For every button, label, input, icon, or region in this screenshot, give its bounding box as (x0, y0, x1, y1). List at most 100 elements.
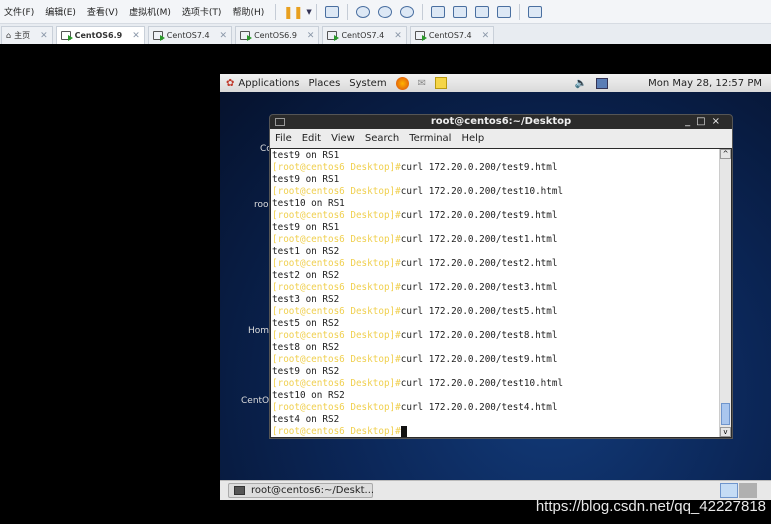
volume-icon[interactable]: 🔈 (575, 78, 587, 89)
snapshot-manager-icon[interactable] (399, 5, 414, 18)
tab-centos74[interactable]: CentOS7.4 ✕ (147, 26, 233, 44)
revert-snapshot-icon[interactable] (377, 5, 392, 18)
terminal-menu-edit[interactable]: Edit (302, 133, 321, 144)
gnome-bottom-panel: root@centos6:~/Deskt... (220, 480, 771, 500)
close-icon[interactable]: ✕ (307, 31, 315, 41)
panel-applications[interactable]: Applications (238, 78, 299, 89)
minimize-button[interactable]: _ (685, 116, 696, 127)
host-menubar: 文件(F) 编辑(E) 查看(V) 虚拟机(M) 选项卡(T) 帮助(H) ❚❚ ▼ (0, 0, 771, 24)
close-icon[interactable]: ✕ (220, 31, 228, 41)
host-menu-item[interactable]: 虚拟机(M) (125, 5, 178, 18)
tab-centos69[interactable]: CentOS6.9 ✕ (235, 26, 320, 44)
desktop-icon-root-home[interactable]: roo (254, 200, 269, 210)
host-menu-item[interactable]: 选项卡(T) (178, 5, 229, 18)
close-icon[interactable]: ✕ (394, 31, 402, 41)
tab-label: CentOS7.4 (428, 31, 472, 40)
output-line: test3 on RS2 (272, 294, 718, 306)
terminal-menubar: File Edit View Search Terminal Help (270, 129, 732, 148)
command-line: [root@centos6 Desktop]#curl 172.20.0.200… (272, 330, 718, 342)
command-line: [root@centos6 Desktop]#curl 172.20.0.200… (272, 402, 718, 414)
vm-screen[interactable]: ✿ Applications Places System ✉ 🔈 Mon May… (220, 74, 771, 500)
prompt: [root@centos6 Desktop]# (272, 330, 401, 341)
send-keys-icon[interactable] (324, 5, 339, 18)
taskbar-window-button[interactable]: root@centos6:~/Deskt... (228, 483, 374, 498)
watermark: https://blog.csdn.net/qq_42227818 (535, 498, 766, 515)
command-text: curl 172.20.0.200/test1.html (400, 234, 558, 245)
terminal-menu-file[interactable]: File (275, 133, 292, 144)
terminal-menu-terminal[interactable]: Terminal (409, 133, 451, 144)
output-text: test2 on RS2 (272, 270, 340, 281)
network-icon[interactable] (596, 77, 609, 89)
terminal-title: root@centos6:~/Desktop (430, 116, 572, 127)
notes-icon[interactable] (434, 77, 447, 89)
scroll-up-button[interactable]: ^ (720, 149, 731, 159)
separator (346, 3, 348, 20)
separator (315, 3, 317, 20)
command-text: curl 172.20.0.200/test10.html (400, 378, 564, 389)
output-text: test8 on RS2 (272, 342, 340, 353)
panel-clock[interactable]: Mon May 28, 12:57 PM (648, 78, 762, 89)
tab-centos69[interactable]: CentOS6.9 ✕ (55, 26, 145, 44)
output-text: test9 on RS1 (272, 150, 340, 161)
close-icon[interactable]: ✕ (40, 31, 48, 41)
output-text: test9 on RS1 (272, 174, 340, 185)
command-text: curl 172.20.0.200/test9.html (400, 210, 558, 221)
library-icon[interactable] (527, 5, 542, 18)
command-text: curl 172.20.0.200/test9.html (400, 354, 558, 365)
console-view-icon[interactable] (452, 5, 467, 18)
tab-centos74[interactable]: CentOS7.4 ✕ (322, 26, 407, 44)
tab-centos74[interactable]: CentOS7.4 ✕ (409, 26, 495, 44)
prompt: [root@centos6 Desktop]# (272, 378, 401, 389)
fullscreen-icon[interactable] (474, 5, 489, 18)
host-menu-item[interactable]: 编辑(E) (41, 5, 83, 18)
terminal-scrollbar[interactable]: ^ v (719, 149, 731, 437)
mail-icon[interactable]: ✉ (418, 78, 426, 89)
output-line: test9 on RS1 (272, 174, 718, 186)
unity-icon[interactable] (496, 5, 511, 18)
prompt: [root@centos6 Desktop]# (272, 210, 401, 221)
tab-label: CentOS6.9 (74, 31, 123, 40)
workspace-1[interactable] (720, 483, 738, 498)
output-line: test9 on RS1 (272, 150, 718, 162)
prompt: [root@centos6 Desktop]# (272, 426, 401, 437)
close-icon[interactable]: ✕ (482, 31, 490, 41)
host-menu-item[interactable]: 查看(V) (83, 5, 125, 18)
terminal-menu-search[interactable]: Search (365, 133, 399, 144)
vm-icon (414, 31, 427, 41)
command-line: [root@centos6 Desktop]#curl 172.20.0.200… (272, 234, 718, 246)
sidebar-icon[interactable] (430, 5, 445, 18)
panel-system[interactable]: System (349, 78, 386, 89)
output-line: test5 on RS2 (272, 318, 718, 330)
scroll-down-button[interactable]: v (720, 427, 731, 437)
command-line: [root@centos6 Desktop]#curl 172.20.0.200… (272, 282, 718, 294)
gnome-foot-icon[interactable]: ✿ (226, 78, 234, 89)
command-line: [root@centos6 Desktop]#curl 172.20.0.200… (272, 162, 718, 174)
host-menu-item[interactable]: 文件(F) (0, 5, 41, 18)
close-button[interactable]: × (712, 116, 726, 127)
chevron-down-icon[interactable]: ▼ (306, 8, 311, 16)
maximize-button[interactable]: □ (696, 116, 711, 127)
terminal-menu-help[interactable]: Help (461, 133, 484, 144)
close-icon[interactable]: ✕ (132, 31, 140, 41)
terminal-output[interactable]: test9 on RS1 [root@centos6 Desktop]#curl … (271, 149, 719, 437)
tab-[interactable]: ⌂ 主页 ✕ (1, 26, 53, 44)
command-line: [root@centos6 Desktop]#curl 172.20.0.200… (272, 306, 718, 318)
desktop-icon-home[interactable]: Hom (248, 326, 269, 336)
scroll-thumb[interactable] (721, 403, 730, 425)
workspace-2[interactable] (739, 483, 757, 498)
terminal-titlebar[interactable]: root@centos6:~/Desktop _□× (270, 115, 732, 129)
firefox-icon[interactable] (395, 76, 409, 90)
output-text: test10 on RS1 (272, 198, 345, 209)
desktop-icon-centos[interactable]: CentO (241, 396, 269, 406)
host-menu-item[interactable]: 帮助(H) (228, 5, 271, 18)
terminal-window[interactable]: root@centos6:~/Desktop _□× File Edit View S… (269, 114, 733, 439)
prompt: [root@centos6 Desktop]# (272, 234, 401, 245)
output-text: test4 on RS2 (272, 414, 340, 425)
separator (421, 3, 423, 20)
tab-label: CentOS7.4 (166, 31, 210, 40)
vm-icon (327, 31, 340, 41)
panel-places[interactable]: Places (308, 78, 340, 89)
terminal-menu-view[interactable]: View (331, 133, 355, 144)
pause-icon[interactable]: ❚❚ (283, 5, 303, 19)
snapshot-icon[interactable] (355, 5, 370, 18)
